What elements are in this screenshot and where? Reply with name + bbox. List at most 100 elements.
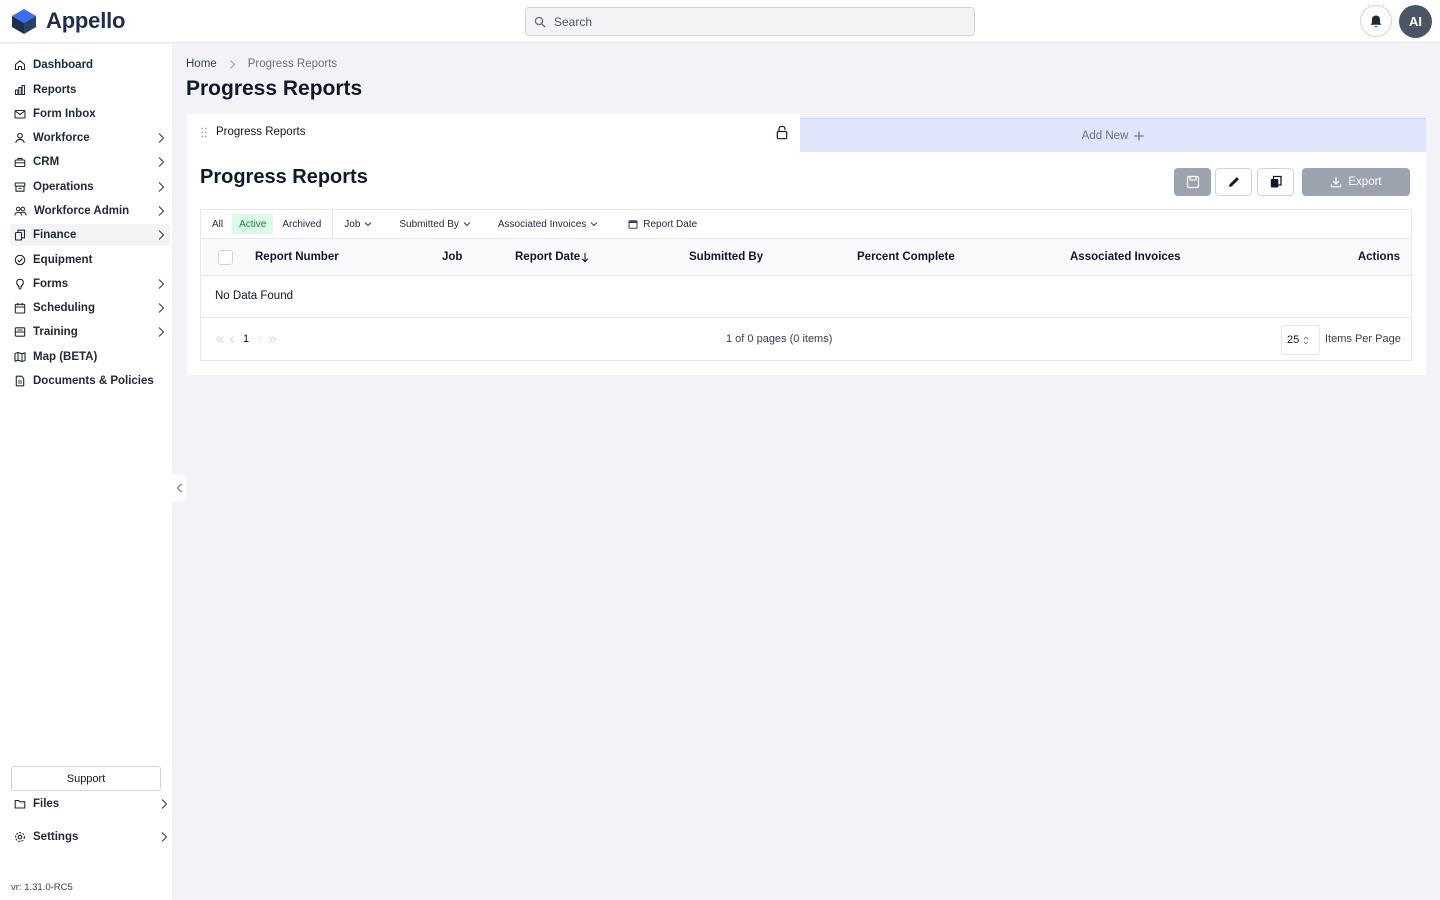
chevron-right-icon: [160, 798, 168, 810]
column-header-submitted-by[interactable]: Submitted By: [689, 251, 763, 263]
add-new-label: Add New: [1081, 129, 1129, 142]
tab-progress-reports[interactable]: Progress Reports: [187, 114, 800, 152]
pencil-icon: [1227, 175, 1241, 189]
duplicate-view-button[interactable]: [1257, 168, 1294, 196]
sidebar-item-forms[interactable]: Forms: [10, 273, 170, 295]
previous-page-icon[interactable]: [229, 335, 235, 344]
sidebar-item-finance[interactable]: Finance: [10, 224, 170, 246]
save-view-button[interactable]: [1174, 168, 1211, 196]
chevron-down-icon: [463, 221, 471, 227]
drag-handle-icon[interactable]: [201, 127, 207, 138]
sidebar-item-documents-policies[interactable]: Documents & Policies: [10, 370, 170, 392]
sidebar-item-label: Workforce: [33, 132, 90, 144]
last-page-icon[interactable]: [268, 335, 277, 344]
column-header-report-date[interactable]: Report Date: [515, 251, 589, 263]
sort-updown-icon: [1303, 336, 1309, 345]
filter-archived[interactable]: Archived: [275, 214, 328, 234]
filter-all[interactable]: All: [205, 214, 230, 234]
map-icon: [14, 351, 26, 363]
sidebar-item-workforce[interactable]: Workforce: [10, 127, 170, 149]
panel-title: Progress Reports: [200, 166, 368, 188]
sidebar-item-label: Operations: [33, 181, 94, 193]
associated-invoices-filter-dropdown[interactable]: Associated Invoices: [498, 219, 598, 230]
sidebar-item-dashboard[interactable]: Dashboard: [10, 54, 170, 76]
sidebar-item-files[interactable]: Files: [10, 793, 170, 815]
breadcrumb-home-link[interactable]: Home: [186, 58, 217, 70]
filter-active[interactable]: Active: [232, 214, 274, 234]
add-new-tab-button[interactable]: Add New: [800, 118, 1426, 152]
submitted-by-filter-dropdown[interactable]: Submitted By: [399, 219, 471, 230]
job-filter-dropdown[interactable]: Job: [344, 219, 372, 230]
select-all-checkbox[interactable]: [218, 250, 233, 265]
items-per-page-select[interactable]: 25: [1281, 325, 1320, 355]
column-header-report-number[interactable]: Report Number: [255, 251, 339, 263]
bell-icon: [1369, 14, 1383, 29]
chevron-right-icon: [157, 181, 165, 193]
chevron-right-icon: [229, 59, 236, 70]
sidebar-item-scheduling[interactable]: Scheduling: [10, 297, 170, 319]
copy-icon: [1269, 175, 1283, 189]
sidebar-item-equipment[interactable]: Equipment: [10, 249, 170, 271]
sidebar-item-label: Form Inbox: [33, 108, 96, 120]
column-header-associated-invoices[interactable]: Associated Invoices: [1070, 251, 1181, 263]
export-label: Export: [1348, 176, 1382, 188]
export-button[interactable]: Export: [1302, 168, 1410, 196]
chevron-right-icon: [157, 156, 165, 168]
chevron-right-icon: [157, 229, 165, 241]
report-date-filter[interactable]: Report Date: [628, 219, 697, 230]
table-header: Report Number Job Report Date Submitted …: [200, 238, 1412, 276]
sidebar-collapse-button[interactable]: [172, 474, 186, 502]
search-icon: [534, 16, 546, 28]
sidebar-item-workforce-admin[interactable]: Workforce Admin: [10, 200, 170, 222]
chevron-down-icon: [364, 221, 372, 227]
support-button[interactable]: Support: [11, 766, 161, 791]
sidebar-item-label: Training: [33, 326, 78, 338]
filter-bar: All Active Archived Job Submitted By Ass…: [200, 209, 1412, 238]
document-icon: [14, 375, 26, 387]
sidebar-item-training[interactable]: Training: [10, 321, 170, 343]
empty-state-message: No Data Found: [200, 276, 1412, 318]
sidebar-item-label: Map (BETA): [33, 351, 98, 363]
column-header-percent-complete[interactable]: Percent Complete: [857, 251, 955, 263]
sidebar: Dashboard Reports Form Inbox Workforce C…: [0, 44, 172, 900]
page-title: Progress Reports: [186, 77, 363, 100]
app-name: Appello: [46, 8, 126, 33]
pagination-info: 1 of 0 pages (0 items): [726, 333, 833, 345]
sidebar-item-crm[interactable]: CRM: [10, 151, 170, 173]
user-icon: [14, 132, 26, 144]
sidebar-item-settings[interactable]: Settings: [10, 826, 170, 848]
user-avatar[interactable]: AI: [1399, 5, 1432, 38]
sidebar-item-operations[interactable]: Operations: [10, 176, 170, 198]
report-panel: Progress Reports Export All Active Archi…: [187, 152, 1426, 375]
column-label: Report Date: [515, 251, 581, 263]
column-header-job[interactable]: Job: [442, 251, 462, 263]
edit-view-button[interactable]: [1215, 168, 1252, 196]
plus-icon: [1134, 131, 1144, 141]
search-input[interactable]: [554, 14, 954, 29]
sidebar-item-form-inbox[interactable]: Form Inbox: [10, 103, 170, 125]
lightbulb-icon: [14, 278, 26, 290]
pagination-nav: 1: [215, 333, 277, 345]
app-version: vr: 1.31.0-RC5: [11, 882, 73, 893]
notifications-button[interactable]: [1360, 5, 1392, 37]
sidebar-item-map[interactable]: Map (BETA): [10, 346, 170, 368]
folder-icon: [14, 798, 26, 810]
current-page-number[interactable]: 1: [243, 333, 249, 345]
column-header-actions: Actions: [1357, 251, 1400, 263]
items-per-page-label: Items Per Page: [1325, 333, 1401, 345]
sidebar-item-reports[interactable]: Reports: [10, 79, 170, 101]
lock-icon[interactable]: [776, 125, 788, 140]
home-icon: [14, 59, 26, 71]
sidebar-item-label: Files: [33, 798, 60, 810]
app-logo[interactable]: Appello: [10, 6, 125, 36]
first-page-icon[interactable]: [215, 335, 224, 344]
sidebar-item-label: Forms: [33, 278, 69, 290]
calendar-icon: [628, 219, 638, 229]
breadcrumb: Home Progress Reports: [186, 58, 337, 70]
chevron-right-icon: [160, 831, 168, 843]
search-box[interactable]: [525, 7, 975, 36]
mail-icon: [14, 108, 26, 120]
logo-icon: [10, 7, 38, 35]
next-page-icon[interactable]: [257, 335, 263, 344]
items-per-page-value: 25: [1287, 334, 1300, 346]
